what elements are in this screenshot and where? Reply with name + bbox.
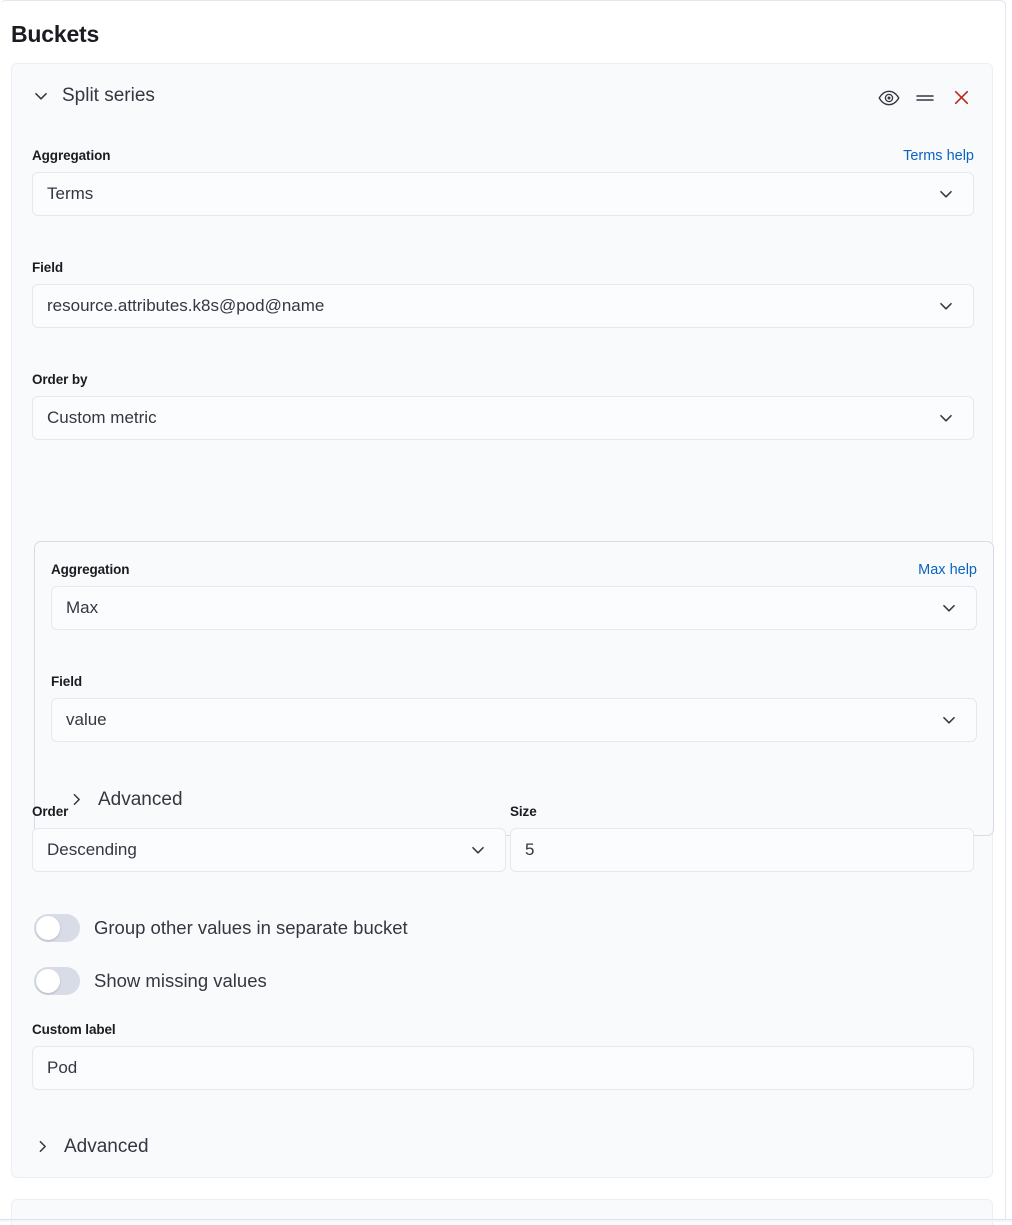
- field-value: resource.attributes.k8s@pod@name: [47, 296, 325, 315]
- group-other-values-label: Group other values in separate bucket: [94, 916, 408, 938]
- custom-metric-panel: Aggregation Max help Max Field value Adv…: [34, 541, 994, 836]
- chevron-down-icon: [940, 711, 958, 729]
- chevron-right-icon: [34, 1138, 51, 1155]
- field-select[interactable]: resource.attributes.k8s@pod@name: [32, 284, 974, 328]
- eye-icon: [878, 90, 900, 109]
- split-series-header: Split series: [12, 64, 992, 130]
- terms-help-link[interactable]: Terms help: [903, 148, 974, 164]
- toggle-switch-off-icon: [34, 914, 80, 942]
- order-by-row: Order by Custom metric: [32, 372, 974, 440]
- aggregation-row: Aggregation Terms help Terms: [32, 148, 974, 216]
- max-help-link[interactable]: Max help: [918, 562, 977, 578]
- remove-bucket-button[interactable]: [950, 88, 972, 110]
- size-label: Size: [510, 804, 537, 819]
- field-row: Field resource.attributes.k8s@pod@name: [32, 260, 974, 328]
- order-by-select[interactable]: Custom metric: [32, 396, 974, 440]
- aggregation-label: Aggregation: [32, 148, 111, 163]
- size-row: Size 5: [510, 804, 974, 872]
- chevron-down-icon: [469, 841, 487, 859]
- order-value: Descending: [47, 840, 137, 859]
- custom-metric-aggregation-select[interactable]: Max: [51, 586, 977, 630]
- group-other-values-toggle[interactable]: Group other values in separate bucket: [34, 914, 408, 942]
- chevron-down-icon: [937, 409, 955, 427]
- order-label: Order: [32, 804, 69, 819]
- drag-handle-button[interactable]: [914, 88, 936, 110]
- custom-metric-field-value: value: [66, 710, 107, 729]
- custom-label-input[interactable]: Pod: [32, 1046, 974, 1090]
- chevron-down-icon: [32, 87, 50, 105]
- bucket-advanced-toggle[interactable]: Advanced: [34, 1137, 149, 1156]
- field-label: Field: [32, 260, 64, 275]
- toggle-switch-off-icon: [34, 967, 80, 995]
- custom-metric-aggregation-label: Aggregation: [51, 562, 130, 577]
- order-by-value: Custom metric: [47, 408, 157, 427]
- order-select[interactable]: Descending: [32, 828, 506, 872]
- custom-label-label: Custom label: [32, 1022, 116, 1037]
- custom-metric-field-label: Field: [51, 674, 83, 689]
- bucket-advanced-label: Advanced: [64, 1136, 149, 1157]
- split-series-collapse-toggle[interactable]: Split series: [32, 86, 155, 105]
- chevron-down-icon: [940, 599, 958, 617]
- chevron-down-icon: [937, 185, 955, 203]
- custom-metric-field-select[interactable]: value: [51, 698, 977, 742]
- order-row: Order Descending: [32, 804, 506, 872]
- order-by-label: Order by: [32, 372, 88, 387]
- custom-metric-aggregation-row: Aggregation Max help Max: [51, 562, 977, 630]
- page-title: Buckets: [11, 21, 100, 47]
- split-series-title: Split series: [62, 85, 155, 106]
- close-icon: [952, 88, 971, 110]
- size-input[interactable]: 5: [510, 828, 974, 872]
- aggregation-value: Terms: [47, 184, 94, 203]
- split-series-actions: [878, 88, 972, 110]
- custom-label-value: Pod: [47, 1058, 78, 1077]
- custom-metric-field-row: Field value: [51, 674, 977, 742]
- split-series-section: Split series Aggregation Terms help Term…: [11, 63, 994, 1178]
- custom-label-row: Custom label Pod: [32, 1022, 974, 1090]
- custom-metric-aggregation-value: Max: [66, 598, 99, 617]
- drag-handle-icon: [915, 91, 935, 108]
- chevron-down-icon: [937, 297, 955, 315]
- show-missing-values-label: Show missing values: [94, 969, 267, 991]
- buckets-panel: Buckets Split series Aggregation Terms h…: [0, 0, 1006, 1225]
- aggregation-select[interactable]: Terms: [32, 172, 974, 216]
- toggle-visibility-button[interactable]: [878, 88, 900, 110]
- show-missing-values-toggle[interactable]: Show missing values: [34, 967, 267, 995]
- size-value: 5: [525, 840, 535, 859]
